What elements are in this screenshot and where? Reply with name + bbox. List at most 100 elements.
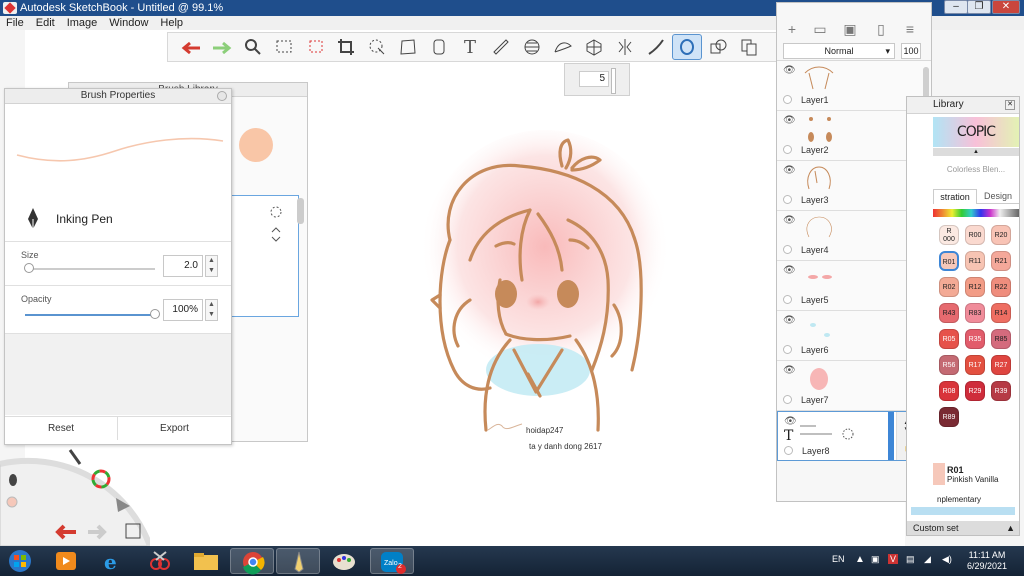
symmetry-icon[interactable] xyxy=(610,34,640,60)
fill-icon[interactable] xyxy=(424,34,454,60)
close-button[interactable]: ✕ xyxy=(992,0,1020,14)
layer-menu-icon[interactable]: ≡ xyxy=(901,21,919,39)
copic-swatch[interactable]: R29 xyxy=(965,381,985,401)
menu-edit[interactable]: Edit xyxy=(30,17,61,29)
copic-swatch[interactable]: R85 xyxy=(991,329,1011,349)
copic-swatch[interactable]: R17 xyxy=(965,355,985,375)
copic-swatch[interactable]: R00 xyxy=(965,225,985,245)
menu-window[interactable]: Window xyxy=(103,17,154,29)
copic-collapse-button[interactable]: ▲ xyxy=(933,148,1019,156)
add-layer-icon[interactable]: + xyxy=(783,21,801,39)
opacity-value-field[interactable]: 100% xyxy=(163,299,203,321)
taskbar-clock[interactable]: 11:11 AM 6/29/2021 xyxy=(962,550,1012,572)
eye-icon[interactable]: 👁 xyxy=(783,315,796,326)
layer-trash-icon[interactable]: ▯ xyxy=(872,21,890,39)
copic-swatch[interactable]: R27 xyxy=(991,355,1011,375)
tab-illustration[interactable]: stration xyxy=(933,189,977,204)
opacity-slider-track[interactable] xyxy=(25,314,155,316)
select-lasso-icon[interactable] xyxy=(300,34,330,60)
internet-explorer-icon[interactable]: e xyxy=(92,548,136,574)
copic-swatch[interactable]: R 000 xyxy=(939,225,959,245)
copic-swatch[interactable]: R22 xyxy=(991,277,1011,297)
copic-swatch[interactable]: R11 xyxy=(965,251,985,271)
copic-swatch[interactable]: R14 xyxy=(991,303,1011,323)
minimize-button[interactable]: – xyxy=(944,0,968,14)
copic-swatch[interactable]: R21 xyxy=(991,251,1011,271)
copic-swatch[interactable]: R83 xyxy=(965,303,985,323)
ellipse-tool-icon[interactable] xyxy=(672,34,702,60)
perspective-icon[interactable] xyxy=(579,34,609,60)
brush-size-value[interactable]: 5 xyxy=(579,71,609,87)
copic-swatch[interactable]: R02 xyxy=(939,277,959,297)
language-indicator[interactable]: EN xyxy=(832,554,845,564)
layer-radio[interactable] xyxy=(783,395,792,404)
eye-icon[interactable]: 👁 xyxy=(783,365,796,376)
select-rect-icon[interactable] xyxy=(269,34,299,60)
tray-chevron-icon[interactable]: ▲ xyxy=(855,554,865,565)
custom-set-label[interactable]: Custom set ▲ xyxy=(907,521,1019,535)
copic-swatch[interactable]: R35 xyxy=(965,329,985,349)
copic-swatch[interactable]: R20 xyxy=(991,225,1011,245)
size-slider-track[interactable] xyxy=(25,268,155,270)
distort-icon[interactable] xyxy=(393,34,423,60)
opacity-stepper[interactable]: ▲ ▼ xyxy=(205,299,218,321)
layer-radio[interactable] xyxy=(783,295,792,304)
opacity-slider-knob[interactable] xyxy=(150,309,160,319)
size-value-field[interactable]: 2.0 xyxy=(163,255,203,277)
layer-radio[interactable] xyxy=(783,245,792,254)
copic-swatch[interactable]: R56 xyxy=(939,355,959,375)
copic-swatch[interactable]: R08 xyxy=(939,381,959,401)
colorless-blender[interactable]: Colorless Blen... xyxy=(933,165,1019,174)
zalo-icon[interactable]: Zalo 2 xyxy=(370,548,414,574)
snipping-tool-icon[interactable] xyxy=(138,548,182,574)
layer-radio[interactable] xyxy=(783,95,792,104)
tray-signal-icon[interactable]: ◢ xyxy=(924,554,931,565)
tray-vivaldi-icon[interactable]: V xyxy=(888,554,899,564)
brush-size-bar[interactable] xyxy=(611,68,616,94)
ruler-icon[interactable] xyxy=(486,34,516,60)
copy-icon[interactable] xyxy=(734,34,764,60)
brush-properties-close-button[interactable] xyxy=(217,91,227,101)
copic-close-icon[interactable]: ✕ xyxy=(1005,100,1015,110)
transform-icon[interactable] xyxy=(362,34,392,60)
menu-image[interactable]: Image xyxy=(61,17,104,29)
redo-icon[interactable] xyxy=(207,34,237,60)
blend-mode-select[interactable]: Normal ▾ xyxy=(783,43,895,59)
maximize-button[interactable]: ❐ xyxy=(967,0,991,14)
eye-icon[interactable]: 👁 xyxy=(784,416,797,427)
start-button[interactable] xyxy=(2,548,38,574)
copic-swatch[interactable]: R39 xyxy=(991,381,1011,401)
layer-radio[interactable] xyxy=(783,195,792,204)
media-player-icon[interactable] xyxy=(44,548,88,574)
layer-radio[interactable] xyxy=(784,446,793,455)
layer-radio[interactable] xyxy=(783,145,792,154)
file-explorer-icon[interactable] xyxy=(184,548,228,574)
complementary-color-bar[interactable] xyxy=(911,507,1015,515)
eye-icon[interactable]: 👁 xyxy=(783,265,796,276)
chrome-icon[interactable] xyxy=(230,548,274,575)
undo-icon[interactable] xyxy=(176,34,206,60)
reset-button[interactable]: Reset xyxy=(5,416,118,440)
french-curve-icon[interactable] xyxy=(548,34,578,60)
export-button[interactable]: Export xyxy=(118,416,231,440)
copic-hue-strip[interactable] xyxy=(933,209,1019,217)
tray-volume-icon[interactable]: ◀) xyxy=(942,554,952,565)
tab-design[interactable]: Design xyxy=(977,189,1019,204)
tray-app-icon[interactable]: ▣ xyxy=(871,554,880,565)
brush-size-puck[interactable]: 5 xyxy=(564,63,630,96)
sketchbook-task-icon[interactable] xyxy=(276,548,320,574)
copic-swatch[interactable]: R43 xyxy=(939,303,959,323)
shape-icon[interactable] xyxy=(703,34,733,60)
copic-swatch[interactable]: R12 xyxy=(965,277,985,297)
stroke-icon[interactable] xyxy=(641,34,671,60)
eye-icon[interactable]: 👁 xyxy=(783,65,796,76)
layer-opacity-field[interactable]: 100 xyxy=(901,43,921,59)
eye-icon[interactable]: 👁 xyxy=(783,165,796,176)
lagoon-menu[interactable] xyxy=(0,444,150,546)
tray-network-icon[interactable]: ▤ xyxy=(906,554,915,565)
menu-help[interactable]: Help xyxy=(154,17,189,29)
brush-library-selected-brush[interactable] xyxy=(231,195,299,317)
crop-icon[interactable] xyxy=(331,34,361,60)
add-image-icon[interactable]: ▣ xyxy=(841,21,859,39)
layer-radio[interactable] xyxy=(783,345,792,354)
